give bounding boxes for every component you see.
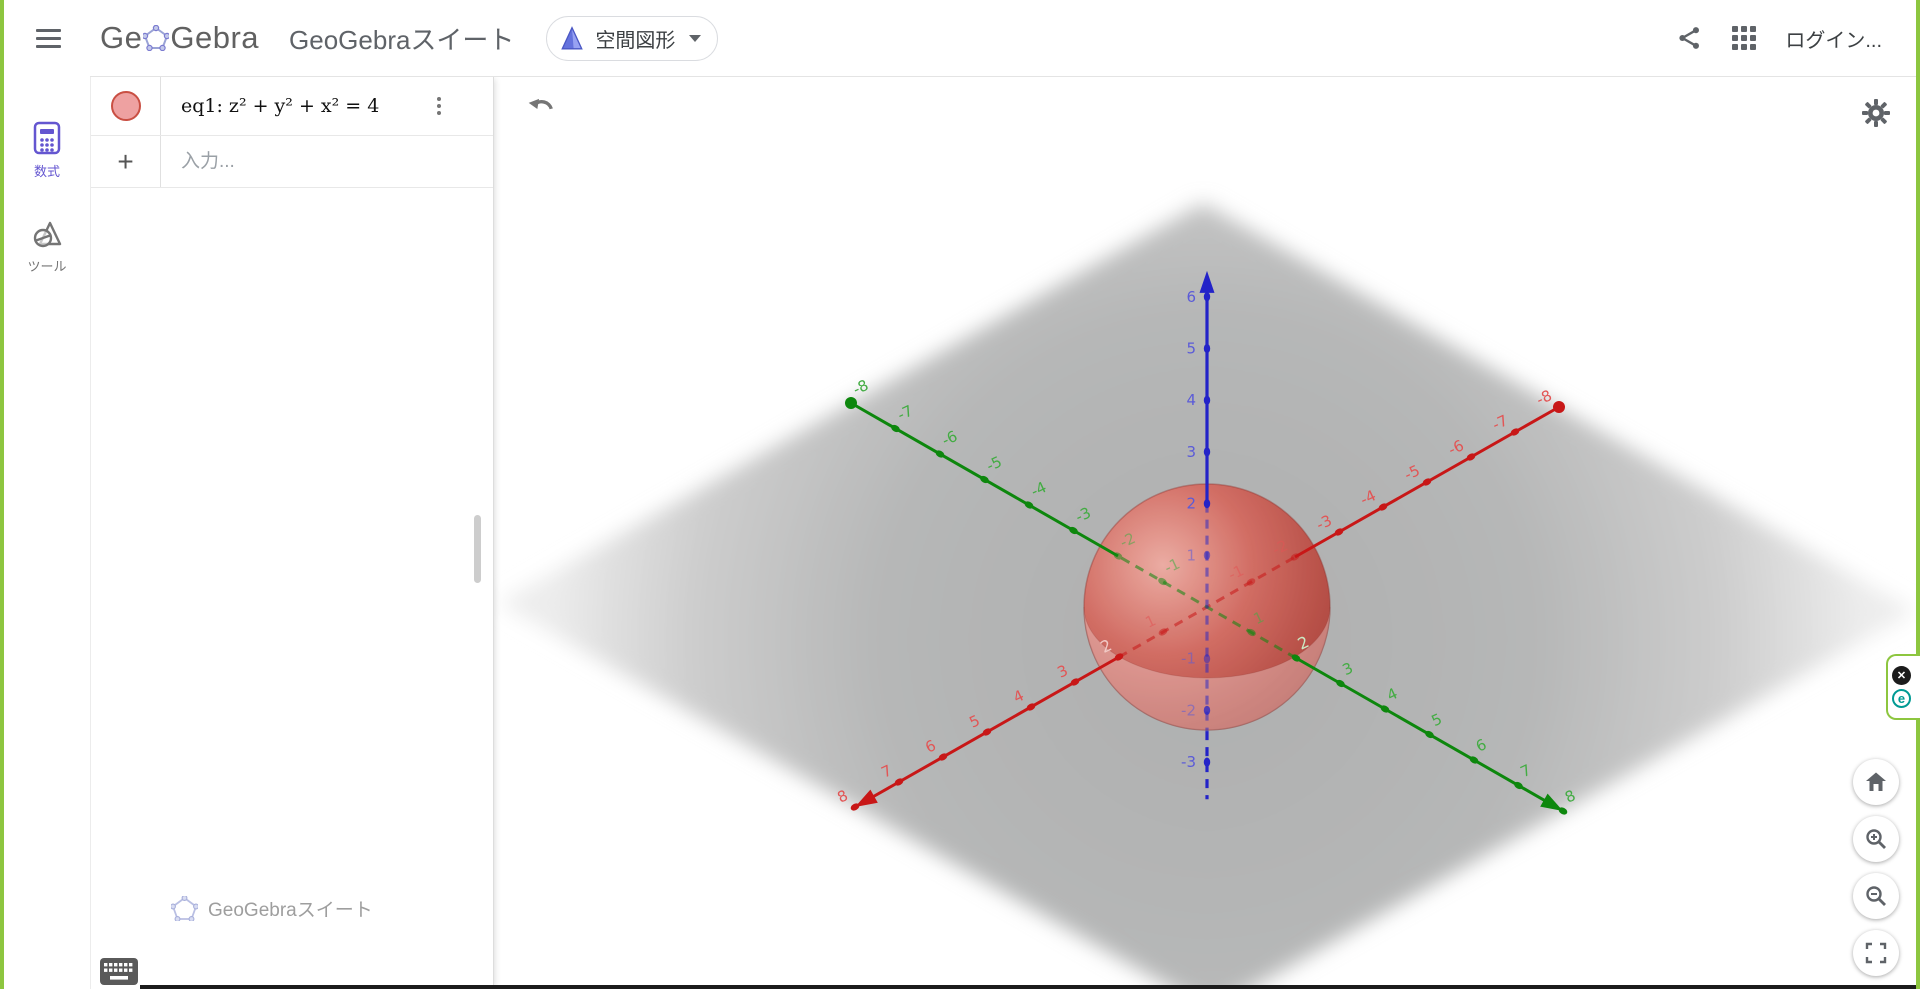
app-header: Ge Gebra GeoGebraスイート 空間図形 (4, 0, 1916, 76)
tools-icon (31, 220, 63, 250)
home-icon (1865, 771, 1887, 793)
visibility-toggle-circle[interactable] (111, 91, 141, 121)
gear-icon (1861, 98, 1891, 128)
apps-grid-icon (1731, 25, 1757, 51)
keyboard-icon (99, 957, 139, 986)
screen-border-bottom (140, 985, 1920, 989)
fullscreen-button[interactable] (1853, 930, 1899, 976)
equation-text: eq1: z² + y² + x² = 4 (161, 95, 379, 117)
undo-button[interactable] (520, 86, 564, 130)
panel-scrollbar[interactable] (474, 515, 481, 583)
sidebar-item-label: 数式 (34, 161, 60, 180)
undo-icon (526, 91, 558, 123)
virtual-keyboard-toggle[interactable] (99, 957, 139, 989)
view-selector-label: 空間図形 (595, 24, 675, 53)
algebra-input[interactable] (161, 151, 451, 173)
hamburger-menu-button[interactable] (26, 16, 70, 60)
close-icon[interactable]: ✕ (1892, 666, 1911, 685)
geogebra-pentagon-icon (143, 25, 169, 51)
header-divider (90, 76, 1916, 77)
zoom-out-button[interactable] (1853, 873, 1899, 919)
screen-border-left (0, 0, 4, 989)
view-selector-dropdown[interactable]: 空間図形 (546, 16, 718, 61)
share-button[interactable] (1677, 25, 1703, 51)
watermark: GeoGebraスイート (171, 895, 373, 922)
logo-text-2: Gebra (170, 20, 259, 56)
algebra-panel: eq1: z² + y² + x² = 4 + GeoGebraスイート (90, 77, 494, 989)
pyramid-icon (559, 25, 585, 51)
sidebar-item-label: ツール (27, 256, 66, 275)
share-icon (1677, 25, 1703, 51)
login-button[interactable]: ログイン... (1785, 24, 1882, 53)
chevron-down-icon (689, 35, 701, 42)
fullscreen-icon (1865, 942, 1887, 964)
equation-menu-button[interactable] (427, 92, 451, 120)
home-view-button[interactable] (1853, 759, 1899, 805)
calculator-icon (32, 121, 62, 155)
eset-browser-badge: ✕ e (1886, 654, 1920, 720)
zoom-in-button[interactable] (1853, 816, 1899, 862)
equation-row[interactable]: eq1: z² + y² + x² = 4 (91, 77, 493, 136)
add-cell: + (91, 136, 161, 187)
equation-marker-cell (91, 77, 161, 135)
watermark-text: GeoGebraスイート (208, 895, 373, 922)
sidebar-item-tools[interactable]: ツール (27, 220, 66, 275)
app-title: GeoGebraスイート (289, 20, 514, 57)
geogebra-pentagon-icon (171, 896, 198, 921)
apps-grid-button[interactable] (1731, 25, 1757, 51)
sidebar-item-algebra[interactable]: 数式 (32, 121, 62, 180)
add-input-button[interactable]: + (117, 148, 133, 176)
zoom-in-icon (1864, 827, 1888, 851)
zoom-out-icon (1864, 884, 1888, 908)
geogebra-logo[interactable]: Ge Gebra (100, 20, 259, 56)
view-controls (1853, 759, 1899, 976)
eset-logo-icon[interactable]: e (1892, 689, 1911, 708)
logo-text-1: Ge (100, 20, 142, 56)
input-row[interactable]: + (91, 136, 493, 188)
screen-border-right (1916, 0, 1920, 989)
left-rail: 数式 ツール (4, 77, 90, 989)
settings-button[interactable] (1854, 92, 1898, 136)
graphics-view-hit-area[interactable] (495, 77, 1916, 985)
